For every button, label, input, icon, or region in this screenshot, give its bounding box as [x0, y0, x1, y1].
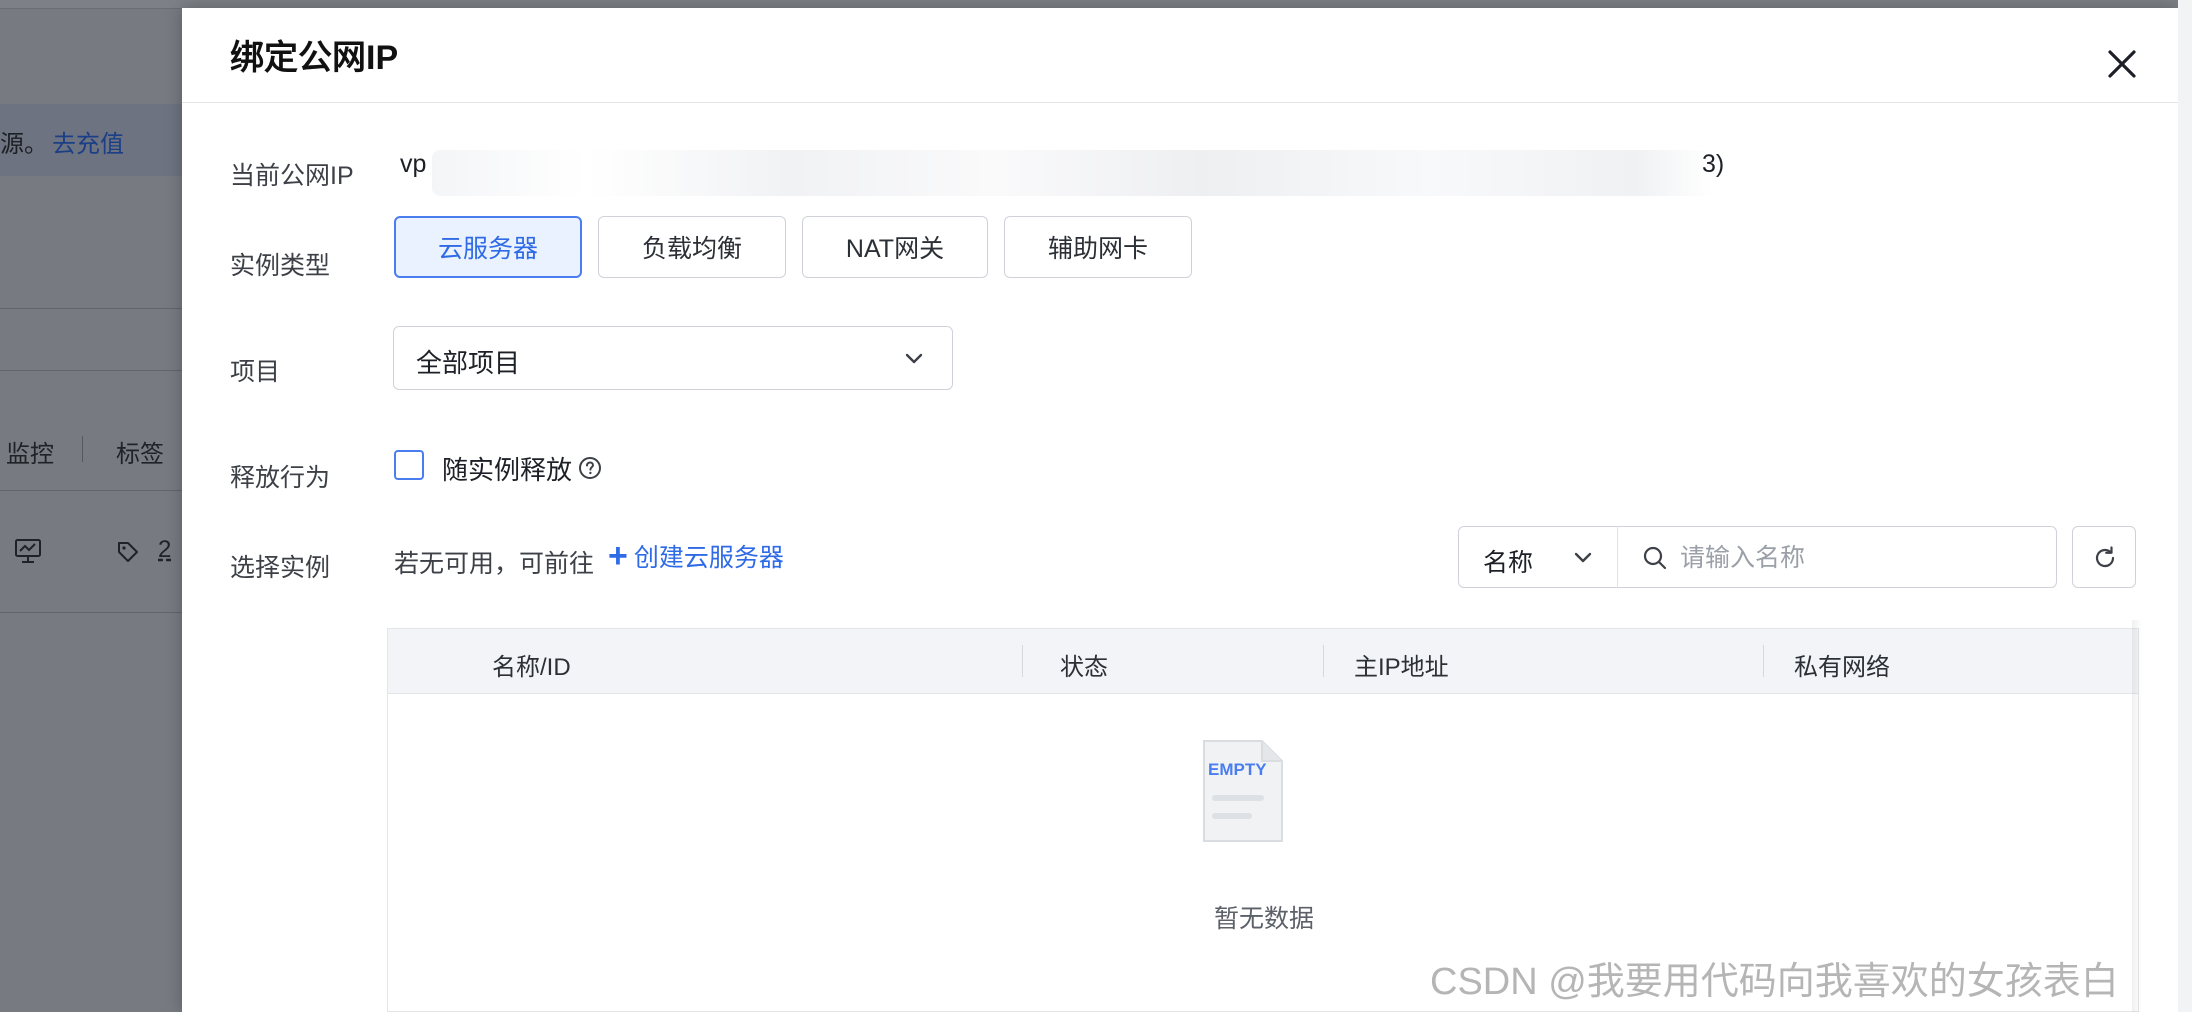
no-instance-hint: 若无可用，可前往	[394, 550, 595, 578]
column-primary-ip: 主IP地址	[1354, 654, 1449, 681]
dialog-title: 绑定公网IP	[230, 39, 399, 77]
instance-type-nat-button[interactable]: NAT网关	[802, 216, 988, 278]
create-cvm-link[interactable]: + 创建云服务器	[608, 538, 784, 574]
chevron-down-icon	[905, 353, 923, 364]
background-notice: 源。 去充值	[0, 124, 124, 159]
plus-icon: +	[608, 537, 628, 575]
close-icon[interactable]	[2100, 42, 2144, 86]
refresh-icon	[2095, 546, 2115, 568]
current-ip-prefix: vp	[400, 150, 427, 178]
column-separator	[1022, 645, 1023, 677]
instance-type-eni-button[interactable]: 辅助网卡	[1004, 216, 1192, 278]
divider	[0, 370, 182, 371]
divider	[0, 612, 182, 613]
empty-badge: EMPTY	[1208, 760, 1267, 779]
divider	[0, 308, 182, 309]
modal-right-edge	[2178, 0, 2192, 1012]
background-column-monitor: 监控	[6, 441, 54, 468]
background-notice-text: 源。	[0, 131, 48, 158]
table-scroll-shadow	[2132, 620, 2142, 1012]
search-field-value: 名称	[1483, 549, 1534, 577]
search-box	[1617, 526, 2057, 588]
column-status: 状态	[1060, 654, 1108, 681]
current-ip-suffix: 3)	[1702, 150, 1725, 178]
chevron-down-icon	[1574, 552, 1592, 563]
background-column-tags: 标签	[116, 441, 164, 468]
project-label: 项目	[230, 358, 281, 386]
current-ip-label: 当前公网IP	[230, 162, 354, 190]
select-instance-label: 选择实例	[230, 554, 331, 582]
table-header: 名称/ID 状态 主IP地址 私有网络	[388, 629, 2138, 694]
watermark: CSDN @我要用代码向我喜欢的女孩表白	[1430, 961, 2119, 1003]
column-separator	[82, 436, 83, 462]
recharge-link: 去充值	[52, 131, 124, 158]
divider	[0, 490, 182, 491]
search-icon	[1643, 546, 1667, 570]
column-separator	[1763, 645, 1764, 677]
tag-count: 2	[158, 536, 172, 563]
instance-type-clb-button[interactable]: 负载均衡	[598, 216, 786, 278]
release-with-instance-label[interactable]: 随实例释放	[442, 450, 572, 487]
help-icon[interactable]	[578, 456, 602, 480]
release-behavior-label: 释放行为	[230, 464, 331, 492]
create-cvm-link-label: 创建云服务器	[633, 544, 784, 572]
search-field-select[interactable]: 名称	[1458, 526, 1618, 588]
project-select[interactable]: 全部项目	[393, 326, 953, 390]
column-vpc: 私有网络	[1794, 654, 1890, 681]
tag-icon	[118, 542, 138, 562]
title-divider	[182, 102, 2178, 103]
empty-state-text: 暂无数据	[1213, 905, 1314, 933]
column-name-id: 名称/ID	[492, 654, 571, 681]
instance-type-cvm-button[interactable]: 云服务器	[394, 216, 582, 278]
empty-document-icon: EMPTY	[1203, 740, 1283, 842]
release-with-instance-checkbox[interactable]	[394, 450, 424, 480]
monitor-icon	[15, 539, 41, 563]
refresh-button[interactable]	[2072, 526, 2136, 588]
project-select-value: 全部项目	[416, 348, 521, 378]
redacted-ip-value	[432, 150, 1712, 196]
instance-type-label: 实例类型	[230, 252, 331, 280]
bind-public-ip-dialog: 绑定公网IP 当前公网IP vp 3) 实例类型 云服务器 负载均衡 NAT网关…	[182, 8, 2178, 1012]
search-input[interactable]	[1678, 537, 2042, 579]
column-separator	[1323, 645, 1324, 677]
